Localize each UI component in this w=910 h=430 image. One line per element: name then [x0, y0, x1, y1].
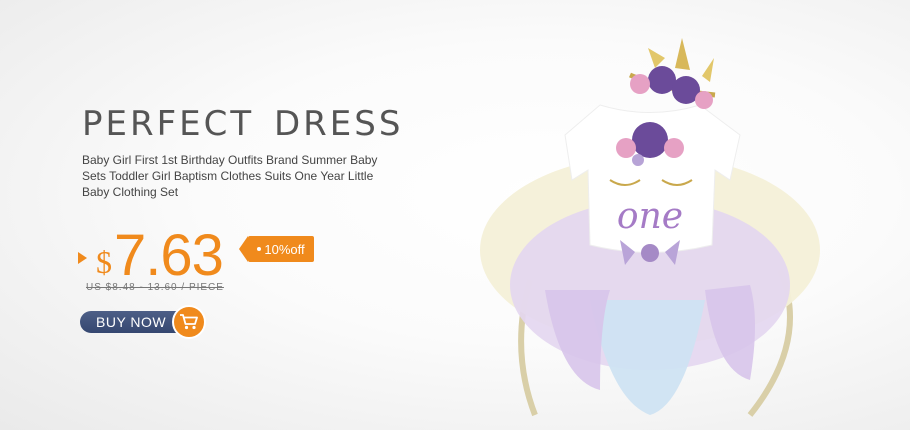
- cart-button[interactable]: [172, 305, 206, 339]
- unicorn-horn: [675, 38, 690, 70]
- badge-dot: [257, 247, 262, 251]
- discount-label: 10%off: [264, 241, 305, 257]
- cart-icon: [180, 314, 198, 330]
- price: 7.63: [114, 223, 224, 288]
- headline: PERFECT DRESS: [82, 104, 404, 144]
- currency-symbol: $: [96, 244, 112, 280]
- shirt-text: one: [617, 196, 683, 237]
- product-image: one: [480, 38, 820, 417]
- original-price-range: US $8.48 - 13.60 / PIECE: [86, 282, 224, 293]
- arrow-right-icon: [78, 252, 87, 264]
- discount-badge: 10%off: [239, 236, 314, 262]
- tutu-blue: [590, 300, 705, 415]
- product-description: Baby Girl First 1st Birthday Outfits Bra…: [82, 153, 378, 199]
